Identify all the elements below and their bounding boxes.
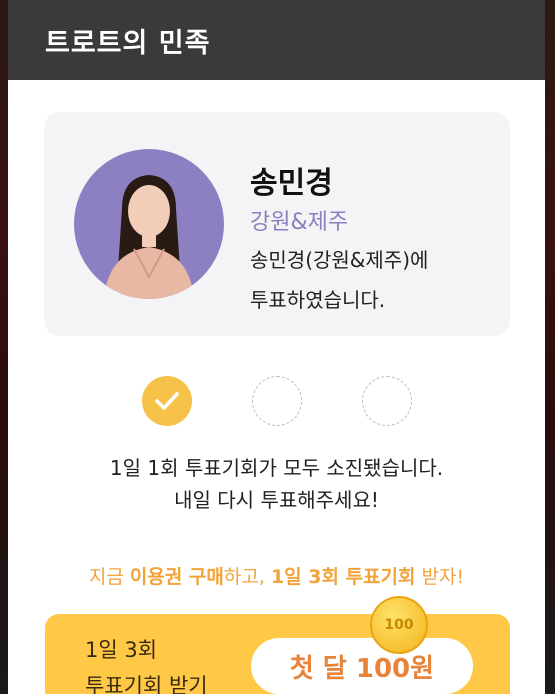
candidate-photo [74, 149, 224, 299]
banner-line1: 1일 3회 [85, 638, 158, 662]
candidate-card: 송민경 강원&제주 송민경(강원&제주)에 투표하였습니다. [44, 112, 510, 336]
modal-title: 트로트의 민족 [45, 27, 211, 59]
vote-slot-empty [251, 376, 302, 426]
modal-header: 트로트의 민족 [8, 0, 545, 80]
check-icon [154, 392, 179, 410]
promo-highlight-pass: 이용권 구매 [129, 566, 224, 588]
banner-line2: 투표기회 받기 [85, 674, 208, 694]
vote-result-modal: 트로트의 민족 송민경 강원&제주 송민경(강원&제주)에 투표하였습니다. 1… [8, 0, 545, 694]
vote-slot-empty [361, 376, 412, 426]
notice-line2: 내일 다시 투표해주세요! [174, 488, 379, 512]
candidate-name: 송민경 [250, 166, 333, 201]
vote-slot-indicators [8, 376, 545, 426]
candidate-region: 강원&제주 [250, 210, 349, 235]
promo-part3: 받자! [415, 566, 465, 588]
promo-part2: 하고, [223, 566, 271, 588]
promo-text: 지금 이용권 구매하고, 1일 3회 투표기회 받자! [8, 562, 545, 589]
candidate-portrait-illustration [104, 175, 194, 299]
promo-part1: 지금 [88, 566, 130, 588]
subscription-banner[interactable]: 1일 3회 투표기회 받기 첫 달 100원 [45, 614, 510, 694]
vote-confirmation-line1: 송민경(강원&제주)에 [250, 248, 429, 272]
vote-confirmation-message: 송민경(강원&제주)에 투표하였습니다. [250, 240, 490, 320]
coin-icon: 100 [370, 596, 428, 654]
vote-confirmation-line2: 투표하였습니다. [250, 288, 386, 312]
notice-line1: 1일 1회 투표기회가 모두 소진됐습니다. [109, 456, 444, 480]
vote-exhausted-notice: 1일 1회 투표기회가 모두 소진됐습니다. 내일 다시 투표해주세요! [8, 452, 545, 516]
banner-text: 1일 3회 투표기회 받기 [85, 632, 208, 694]
vote-slot-used [141, 376, 192, 426]
first-month-offer-button[interactable]: 첫 달 100원 [251, 638, 473, 694]
promo-highlight-votes: 1일 3회 투표기회 [270, 566, 416, 588]
